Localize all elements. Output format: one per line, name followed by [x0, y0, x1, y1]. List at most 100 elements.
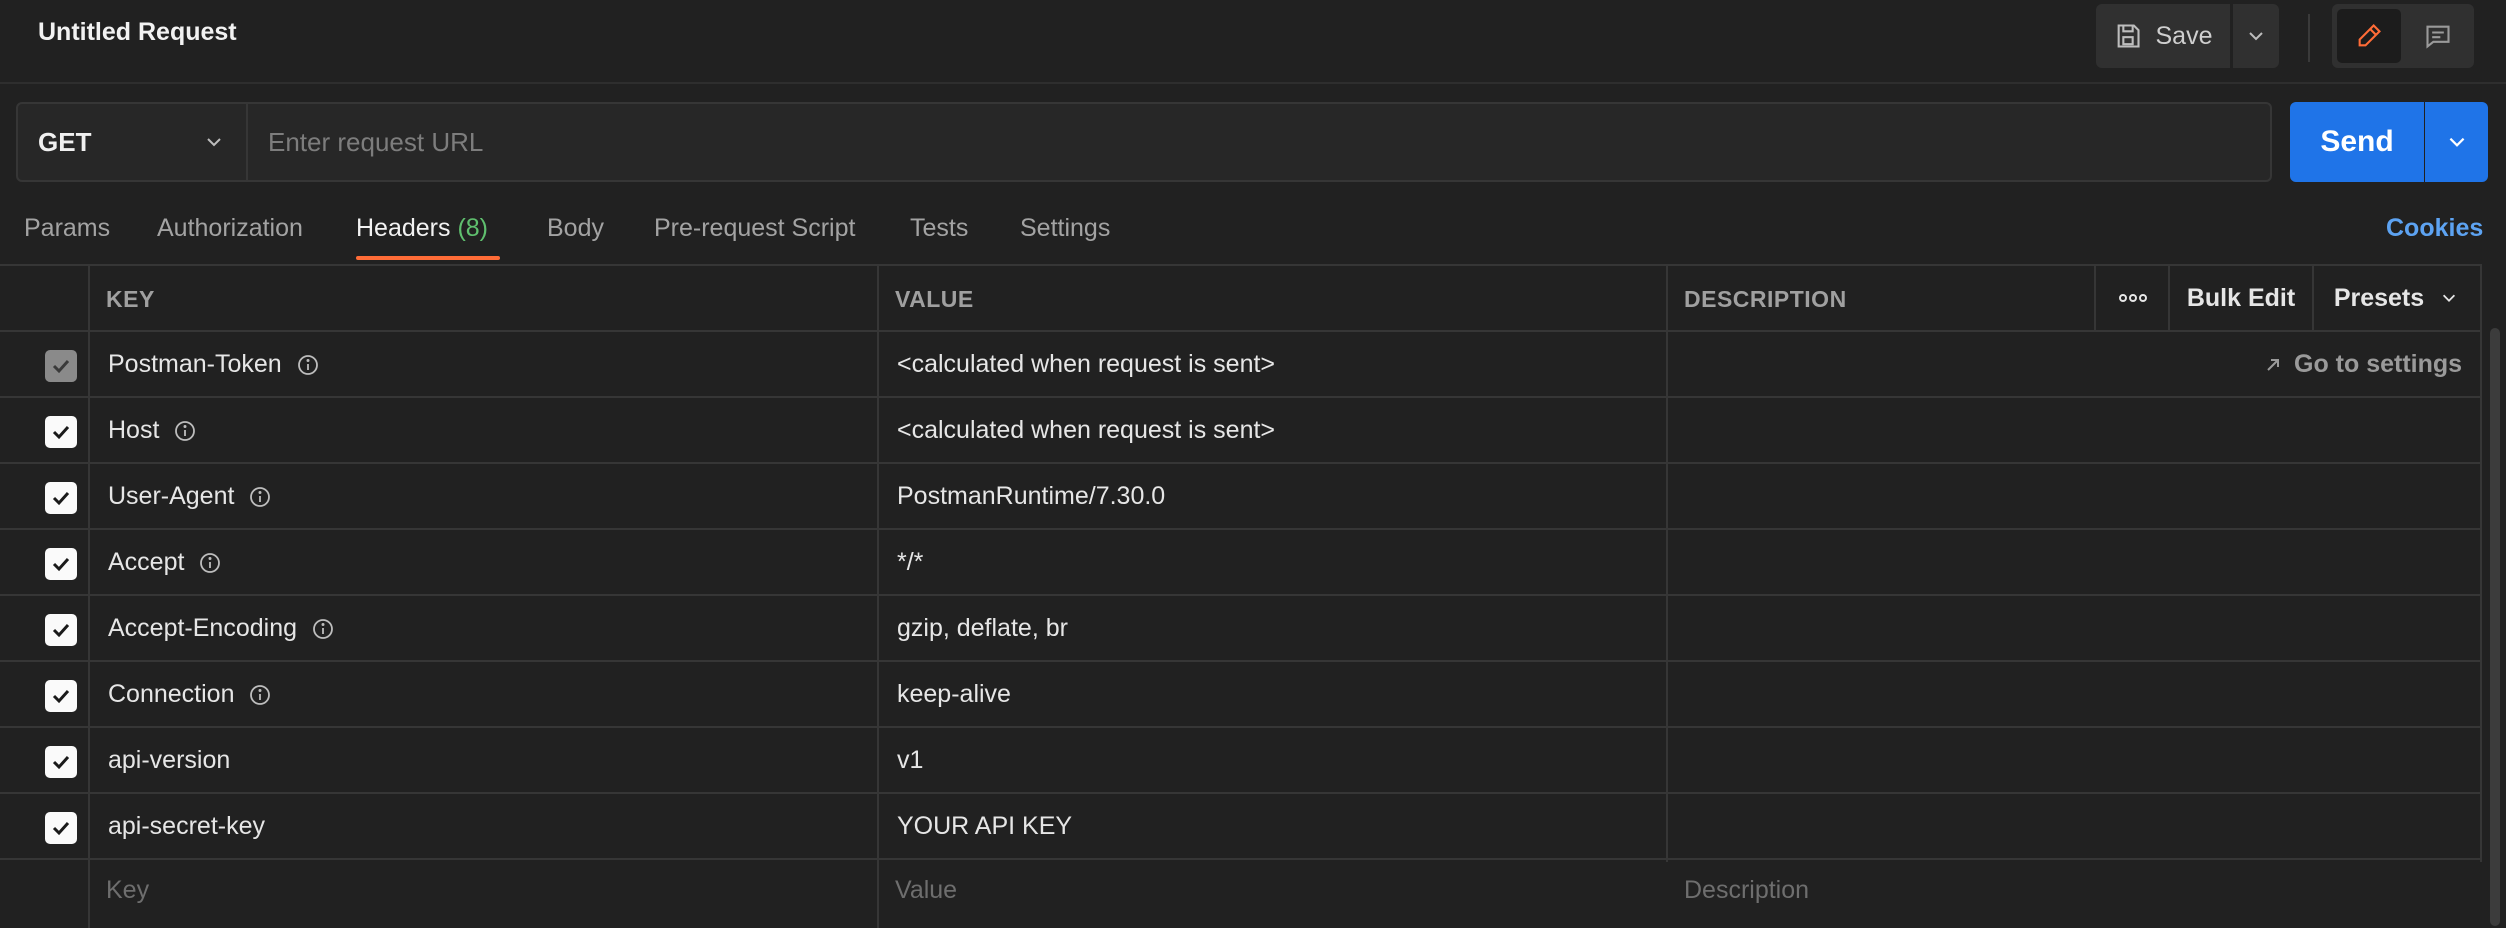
save-button[interactable]: Save: [2096, 4, 2230, 68]
table-row: Postman-Token <calculated when request i…: [0, 332, 2482, 398]
table-header-row: KEY VALUE DESCRIPTION Bulk Edit Presets: [0, 266, 2482, 332]
row-key[interactable]: Connection: [108, 680, 272, 709]
column-divider: [2168, 266, 2170, 332]
row-value[interactable]: YOUR API KEY: [897, 812, 1072, 841]
more-horizontal-icon: [2119, 294, 2147, 302]
new-key-input[interactable]: Key: [106, 876, 149, 905]
url-input[interactable]: [248, 104, 2270, 180]
new-value-input[interactable]: Value: [895, 876, 957, 905]
comment-icon: [2426, 25, 2450, 49]
request-url-bar: GET: [16, 102, 2272, 182]
new-description-input[interactable]: Description: [1684, 876, 1809, 905]
request-title[interactable]: Untitled Request: [38, 18, 237, 47]
comments-button[interactable]: [2408, 9, 2468, 63]
toolbar-divider: [2308, 14, 2310, 62]
edit-mode-button[interactable]: [2337, 9, 2401, 63]
check-icon: [52, 491, 70, 506]
row-key[interactable]: User-Agent: [108, 482, 272, 511]
table-scrollbar[interactable]: [2490, 328, 2500, 926]
row-checkbox[interactable]: [45, 482, 77, 514]
info-icon[interactable]: [248, 683, 272, 707]
row-value[interactable]: keep-alive: [897, 680, 1011, 709]
tab-body[interactable]: Body: [547, 214, 604, 243]
row-checkbox[interactable]: [45, 614, 77, 646]
save-options-dropdown[interactable]: [2233, 4, 2279, 68]
save-button-group: Save: [2096, 4, 2279, 68]
tab-headers[interactable]: Headers (8): [356, 214, 488, 243]
row-value[interactable]: v1: [897, 746, 923, 775]
column-header-description: DESCRIPTION: [1684, 286, 1847, 312]
row-key-text: api-version: [108, 746, 231, 774]
method-select[interactable]: GET: [18, 104, 248, 180]
check-icon: [52, 425, 70, 440]
column-divider: [2312, 266, 2314, 332]
check-icon: [52, 623, 70, 638]
new-header-row: Key Value Description: [0, 860, 2482, 926]
row-key[interactable]: Accept-Encoding: [108, 614, 335, 643]
row-key[interactable]: Host: [108, 416, 197, 445]
row-key[interactable]: Postman-Token: [108, 350, 320, 379]
send-button-group: Send: [2290, 102, 2488, 182]
tab-params[interactable]: Params: [24, 214, 110, 243]
tab-tests[interactable]: Tests: [910, 214, 968, 243]
row-checkbox[interactable]: [45, 416, 77, 448]
row-key-text: Accept-Encoding: [108, 614, 298, 642]
table-row: api-secret-key YOUR API KEY: [0, 794, 2482, 860]
row-value[interactable]: */*: [897, 548, 923, 577]
row-key-text: Host: [108, 416, 160, 444]
check-icon: [52, 557, 70, 572]
presets-label: Presets: [2333, 283, 2425, 312]
column-options-button[interactable]: [2096, 266, 2170, 330]
row-value[interactable]: <calculated when request is sent>: [897, 350, 1275, 379]
bulk-edit-button[interactable]: Bulk Edit: [2170, 266, 2312, 330]
check-icon: [52, 821, 70, 836]
chevron-down-icon: [2443, 294, 2456, 302]
row-value[interactable]: PostmanRuntime/7.30.0: [897, 482, 1165, 511]
chevron-down-icon: [2449, 137, 2464, 147]
tab-settings[interactable]: Settings: [1020, 214, 1110, 243]
row-checkbox[interactable]: [45, 812, 77, 844]
cookies-link[interactable]: Cookies: [2386, 214, 2483, 243]
row-checkbox[interactable]: [45, 680, 77, 712]
row-value[interactable]: gzip, deflate, br: [897, 614, 1068, 643]
go-to-settings-label: Go to settings: [2294, 350, 2463, 378]
info-icon[interactable]: [296, 353, 320, 377]
info-icon[interactable]: [173, 419, 197, 443]
row-key-text: User-Agent: [108, 482, 235, 510]
row-checkbox[interactable]: [45, 746, 77, 778]
presets-dropdown[interactable]: Presets: [2314, 266, 2478, 330]
row-checkbox[interactable]: [45, 350, 77, 382]
row-value[interactable]: <calculated when request is sent>: [897, 416, 1275, 445]
table-row: User-Agent PostmanRuntime/7.30.0: [0, 464, 2482, 530]
check-icon: [52, 359, 70, 374]
info-icon[interactable]: [248, 485, 272, 509]
row-key[interactable]: api-secret-key: [108, 812, 265, 841]
chevron-down-icon: [207, 138, 221, 147]
table-row: Accept-Encoding gzip, deflate, br: [0, 596, 2482, 662]
table-row: Accept */*: [0, 530, 2482, 596]
column-divider: [2094, 266, 2096, 332]
view-mode-toggle: [2332, 4, 2474, 68]
tab-pre-request-script[interactable]: Pre-request Script: [654, 214, 855, 243]
tab-headers-count: (8): [457, 214, 489, 242]
method-value: GET: [38, 126, 92, 157]
table-row: api-version v1: [0, 728, 2482, 794]
table-row: Connection keep-alive: [0, 662, 2482, 728]
info-icon[interactable]: [311, 617, 335, 641]
row-key-text: Postman-Token: [108, 350, 282, 378]
row-key[interactable]: Accept: [108, 548, 222, 577]
row-key-text: api-secret-key: [108, 812, 265, 840]
send-button[interactable]: Send: [2290, 102, 2424, 182]
column-header-value: VALUE: [895, 286, 974, 312]
row-key-text: Accept: [108, 548, 185, 576]
go-to-settings-link[interactable]: Go to settings: [2264, 350, 2462, 379]
row-key[interactable]: api-version: [108, 746, 230, 775]
check-icon: [52, 755, 70, 770]
tab-authorization[interactable]: Authorization: [157, 214, 303, 243]
pencil-icon: [2358, 24, 2381, 47]
request-header-bar: Untitled Request Save: [0, 0, 2506, 84]
row-key-text: Connection: [108, 680, 235, 708]
info-icon[interactable]: [198, 551, 222, 575]
row-checkbox[interactable]: [45, 548, 77, 580]
send-options-dropdown[interactable]: [2425, 102, 2488, 182]
